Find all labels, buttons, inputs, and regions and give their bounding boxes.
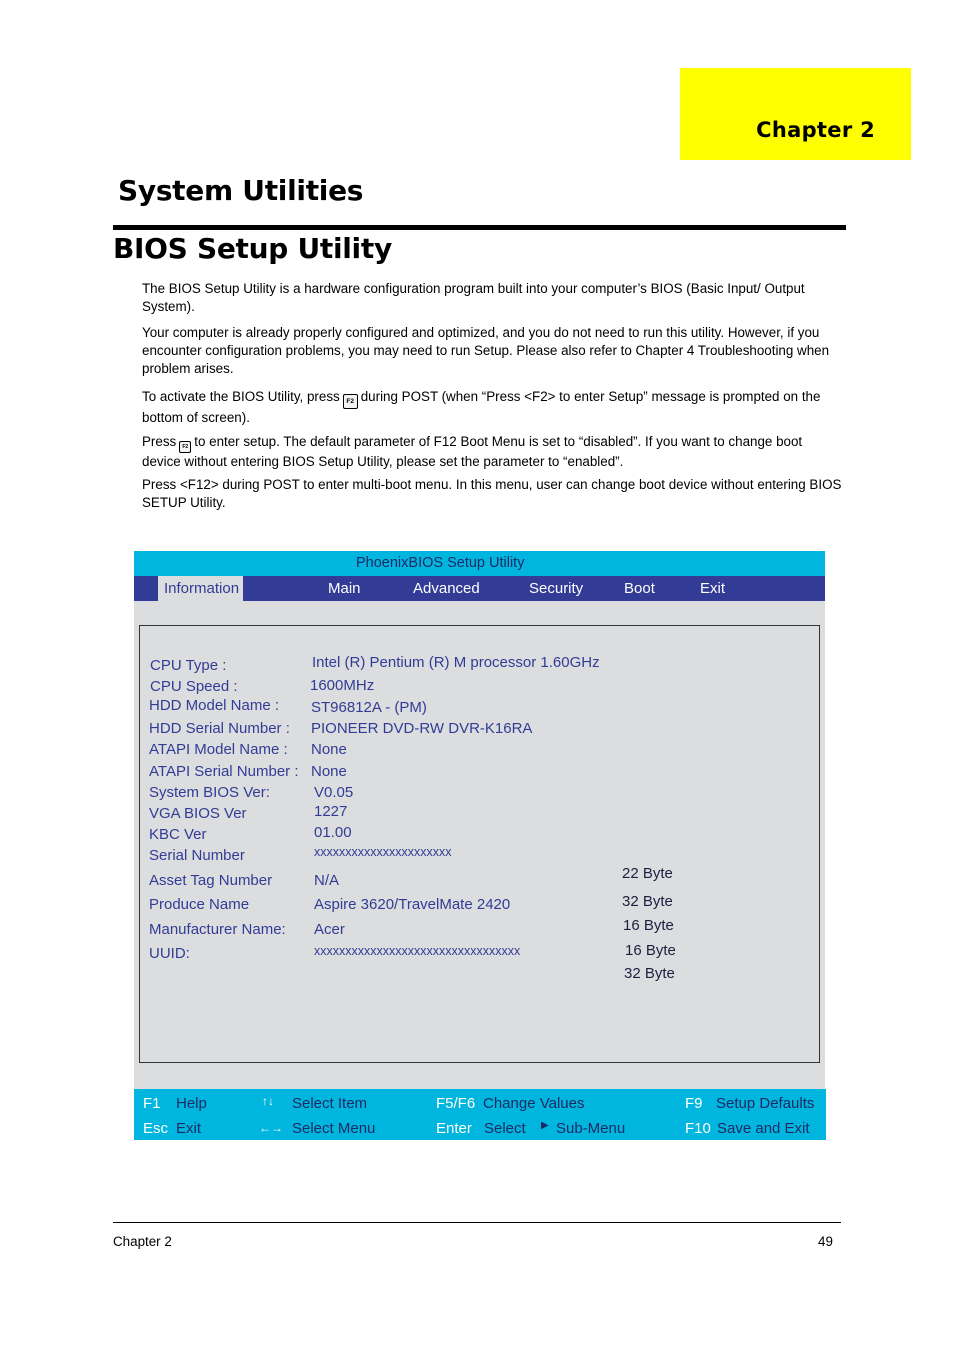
paragraph-press-f2: Press F2 to enter setup. The default param… [142, 433, 842, 471]
bios-tab-security[interactable]: Security [529, 580, 583, 597]
bios-info-panel [139, 625, 820, 1063]
key-f1-desc: Help [176, 1095, 207, 1112]
section-title: System Utilities [118, 174, 364, 207]
change-values-desc: Change Values [483, 1095, 585, 1112]
field-label-asset-tag: Asset Tag Number [149, 872, 273, 889]
bios-tab-information[interactable]: Information [158, 576, 244, 601]
key-f9: F9 [685, 1095, 703, 1112]
field-label-produce-name: Produce Name [149, 896, 250, 913]
setup-defaults-desc: Setup Defaults [716, 1095, 815, 1112]
bios-tab-advanced[interactable]: Advanced [413, 580, 480, 597]
key-f10: F10 [685, 1120, 711, 1137]
field-value-manufacturer: Acer [314, 921, 345, 938]
bios-tab-exit[interactable]: Exit [700, 580, 725, 597]
bios-key-legend: F1 Help Esc Exit ↑↓ Select Item ←→ Selec… [134, 1089, 826, 1140]
byte-size-label: 16 Byte [625, 942, 676, 959]
title-divider [113, 225, 846, 230]
field-label-uuid: UUID: [149, 945, 190, 962]
byte-size-label: 22 Byte [622, 865, 673, 882]
f2-key-icon: F2 [342, 394, 358, 409]
field-label-hdd-model: HDD Model Name : [149, 697, 280, 714]
key-f1: F1 [143, 1095, 161, 1112]
field-value-uuid: xxxxxxxxxxxxxxxxxxxxxxxxxxxxxxxxx [314, 944, 521, 958]
field-value-atapi-model: None [311, 741, 347, 758]
field-value-produce-name: Aspire 3620/TravelMate 2420 [314, 896, 511, 913]
field-label-hdd-serial: HDD Serial Number : [149, 720, 290, 737]
field-value-atapi-serial: None [311, 763, 347, 780]
field-value-cpu-speed: 1600MHz [310, 677, 375, 694]
field-value-kbc-ver: 01.00 [314, 824, 352, 841]
paragraph-intro: The BIOS Setup Utility is a hardware con… [142, 281, 805, 314]
bios-tab-boot[interactable]: Boot [624, 580, 655, 597]
chapter-tab: Chapter 2 [680, 68, 911, 160]
select-menu-desc: Select Menu [292, 1120, 376, 1137]
byte-size-label: 32 Byte [624, 965, 675, 982]
key-esc-desc: Exit [176, 1120, 202, 1137]
paragraph-f12: Press <F12> during POST to enter multi-b… [142, 477, 842, 510]
bios-title-bar: PhoenixBIOS Setup Utility [134, 551, 825, 576]
paragraph-configured: Your computer is already properly config… [142, 325, 830, 376]
select-desc: Select [484, 1120, 526, 1137]
paragraph-press-start: Press [142, 434, 177, 449]
footer-divider [113, 1222, 841, 1223]
field-label-system-bios: System BIOS Ver: [149, 784, 270, 801]
left-right-arrows-icon: ←→ [259, 1121, 283, 1135]
field-value-asset-tag: N/A [314, 872, 340, 889]
field-label-vga-bios: VGA BIOS Ver [149, 805, 247, 822]
submenu-arrow-icon: ▶ [541, 1120, 549, 1131]
field-label-cpu-speed: CPU Speed : [150, 678, 238, 695]
field-value-vga-bios: 1227 [314, 803, 348, 820]
chapter-tab-label: Chapter 2 [756, 118, 875, 142]
paragraph-activate-start: To activate the BIOS Utility, press [142, 389, 340, 404]
field-label-manufacturer: Manufacturer Name: [149, 921, 286, 938]
field-value-serial-number: xxxxxxxxxxxxxxxxxxxxxx [314, 845, 452, 859]
field-label-kbc-ver: KBC Ver [149, 826, 207, 843]
field-label-atapi-model: ATAPI Model Name : [149, 741, 288, 758]
bios-tab-main[interactable]: Main [328, 580, 361, 597]
field-label-serial-number: Serial Number [149, 847, 245, 864]
field-value-hdd-serial: PIONEER DVD-RW DVR-K16RA [311, 720, 533, 737]
page-number: 49 [818, 1234, 833, 1249]
field-label-cpu-type: CPU Type : [150, 657, 227, 674]
bios-screenshot: PhoenixBIOS Setup Utility Information Ma… [134, 551, 826, 1140]
field-value-system-bios: V0.05 [314, 784, 354, 801]
byte-size-label: 32 Byte [622, 893, 673, 910]
byte-size-label: 16 Byte [623, 917, 674, 934]
field-value-hdd-model: ST96812A - (PM) [311, 699, 427, 716]
paragraph-press-end: to enter setup. The default parameter of… [142, 434, 803, 469]
submenu-desc: Sub-Menu [556, 1120, 626, 1137]
field-value-cpu-type: Intel (R) Pentium (R) M processor 1.60GH… [312, 654, 600, 671]
up-down-arrows-icon: ↑↓ [262, 1094, 274, 1108]
paragraph-activate: To activate the BIOS Utility, press F2 dur… [142, 388, 842, 427]
page-heading: BIOS Setup Utility [113, 232, 392, 265]
bios-menu-bar: Information Main Advanced Security Boot … [134, 576, 825, 601]
field-label-atapi-serial: ATAPI Serial Number : [149, 763, 299, 780]
select-item-desc: Select Item [292, 1095, 368, 1112]
f2-key-small-icon: F2 [179, 441, 192, 453]
save-exit-desc: Save and Exit [717, 1120, 810, 1137]
bios-title: PhoenixBIOS Setup Utility [356, 555, 525, 571]
key-f5-f6: F5/F6 [436, 1095, 476, 1112]
footer-chapter: Chapter 2 [113, 1234, 172, 1249]
key-esc: Esc [143, 1120, 169, 1137]
key-enter: Enter [436, 1120, 472, 1137]
